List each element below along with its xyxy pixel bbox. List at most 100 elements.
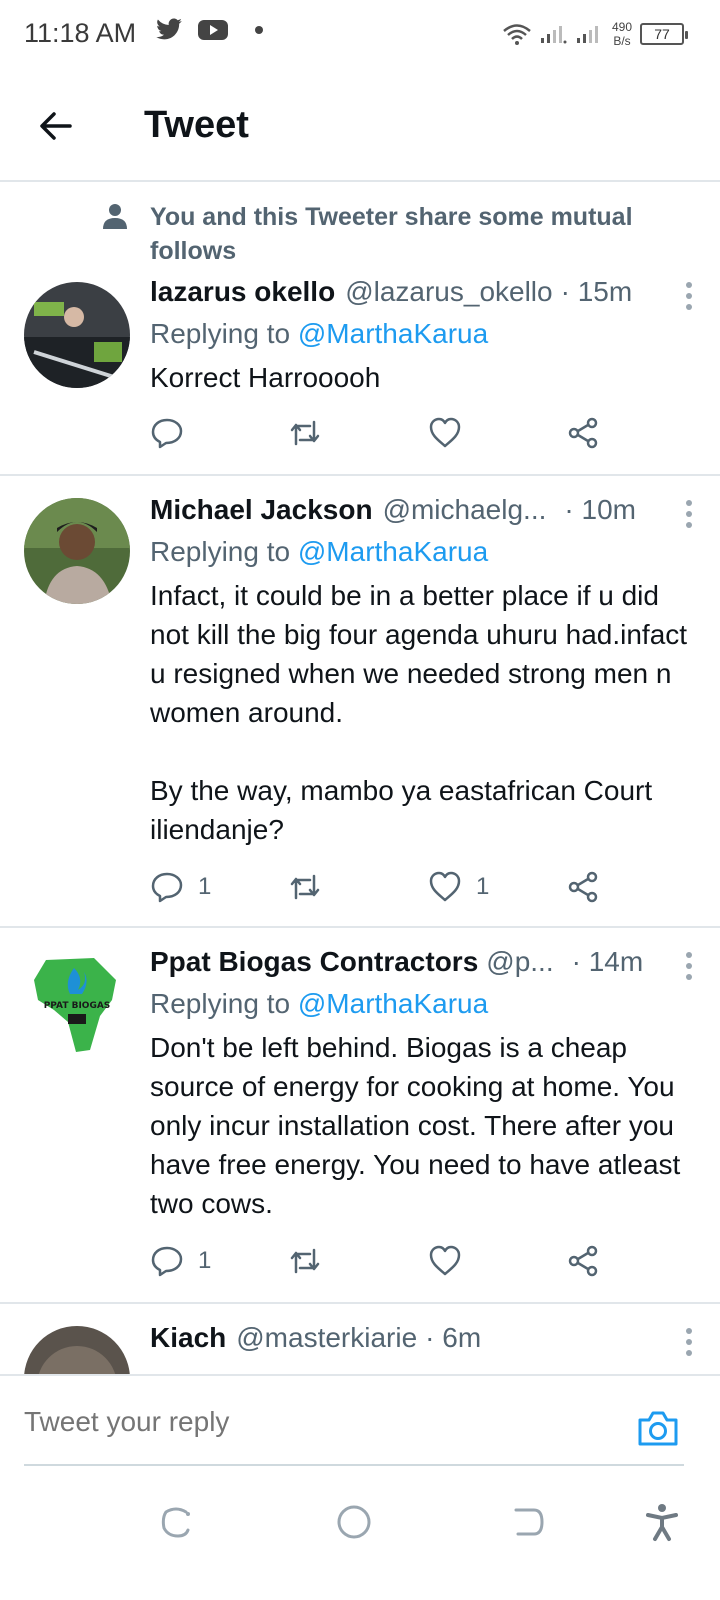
avatar[interactable]: PPAT BIOGAS: [24, 950, 130, 1056]
accessibility-icon[interactable]: [642, 1502, 682, 1542]
replying-to-line: Replying to @MarthaKarua: [150, 318, 700, 350]
share-icon: [568, 871, 598, 903]
logo-text: PPAT BIOGAS: [44, 1001, 111, 1011]
tweet-header: lazarus okello @lazarus_okello · 15m: [150, 276, 700, 308]
like-count: 1: [476, 873, 490, 900]
reply-input-underline: [24, 1464, 684, 1466]
reply-count: 1: [198, 873, 212, 900]
retweet-button[interactable]: [288, 1244, 322, 1278]
heart-icon: [429, 417, 461, 448]
status-bar: 11:18 AM 490 B/s 77: [0, 0, 720, 72]
retweet-button[interactable]: [288, 416, 322, 450]
author-handle[interactable]: @michaelg...: [383, 494, 547, 526]
reply-count: 1: [198, 1247, 212, 1274]
reply-tweet[interactable]: lazarus okello @lazarus_okello · 15m Rep…: [0, 270, 720, 476]
reply-tweet[interactable]: Kiach @masterkiarie · 6m: [0, 1304, 720, 1374]
twitter-icon: [156, 18, 182, 40]
author-handle[interactable]: @masterkiarie: [236, 1322, 417, 1354]
heart-icon: [429, 1245, 461, 1276]
reply-tweet[interactable]: Michael Jackson @michaelg... · 10m Reply…: [0, 476, 720, 928]
reply-icon: [151, 418, 183, 449]
tweet-actions: 1: [150, 1244, 620, 1284]
mutual-follows-text: You and this Tweeter share some mutual f…: [150, 203, 633, 265]
replying-to-line: Replying to @MarthaKarua: [150, 988, 700, 1020]
tweet-time: · 6m: [425, 1322, 482, 1353]
retweet-icon: [290, 420, 320, 446]
person-icon: [103, 204, 127, 229]
avatar[interactable]: [24, 282, 130, 388]
reply-tweet[interactable]: PPAT BIOGAS Ppat Biogas Contractors @p..…: [0, 928, 720, 1304]
reply-button[interactable]: 1: [150, 1244, 211, 1278]
tweet-time: · 14m: [571, 946, 644, 977]
reply-button[interactable]: [150, 416, 198, 450]
more-options-icon[interactable]: [686, 1328, 692, 1361]
author-handle[interactable]: @lazarus_okello: [345, 276, 552, 308]
mention-link[interactable]: @MarthaKarua: [298, 536, 488, 567]
retweet-button[interactable]: [288, 870, 322, 904]
tweet-header: Ppat Biogas Contractors @p... · 14m: [150, 946, 700, 978]
author-name[interactable]: Michael Jackson: [150, 494, 373, 526]
share-icon: [568, 1245, 598, 1277]
page-title: Tweet: [144, 104, 249, 146]
tweet-actions: [150, 416, 620, 456]
like-button[interactable]: [428, 1244, 476, 1278]
wifi-icon: [503, 24, 531, 45]
back-arrow-icon[interactable]: [36, 106, 76, 146]
mutual-follows-notice: You and this Tweeter share some mutual f…: [102, 200, 662, 268]
avatar[interactable]: [24, 1326, 130, 1374]
heart-icon: [429, 871, 461, 902]
reply-icon: [151, 1246, 183, 1277]
share-button[interactable]: [566, 870, 600, 904]
status-time: 11:18 AM: [24, 18, 137, 48]
mention-link[interactable]: @MarthaKarua: [298, 318, 488, 349]
tweet-text: Infact, it could be in a better place if…: [150, 580, 688, 845]
tweet-time: · 15m: [560, 276, 633, 307]
replying-to-label: Replying to: [150, 536, 291, 567]
replying-to-label: Replying to: [150, 318, 291, 349]
replying-to-label: Replying to: [150, 988, 291, 1019]
like-button[interactable]: [428, 416, 476, 450]
author-name[interactable]: Kiach: [150, 1322, 226, 1354]
author-handle[interactable]: @p...: [486, 946, 553, 978]
author-name[interactable]: Ppat Biogas Contractors: [150, 946, 478, 978]
more-notifications-dot: [255, 26, 263, 34]
system-icons: 490 B/s 77: [502, 20, 688, 48]
notification-icons: [155, 18, 263, 42]
retweet-icon: [290, 874, 320, 900]
share-button[interactable]: [566, 1244, 600, 1278]
signal-icon: [540, 26, 567, 44]
tweet-header: Kiach @masterkiarie · 6m: [150, 1322, 700, 1354]
reply-icon: [151, 872, 183, 903]
battery-icon: 77: [640, 23, 688, 45]
reply-composer: [0, 1374, 720, 1474]
reply-input[interactable]: [24, 1406, 584, 1438]
recent-apps-icon[interactable]: [156, 1502, 196, 1542]
reply-button[interactable]: 1: [150, 870, 211, 904]
system-navigation-bar: [0, 1474, 720, 1600]
tweet-header: Michael Jackson @michaelg... · 10m: [150, 494, 700, 526]
home-icon[interactable]: [334, 1502, 374, 1542]
tweet-text: Don't be left behind. Biogas is a cheap …: [150, 1032, 681, 1219]
more-options-icon[interactable]: [686, 500, 692, 533]
signal-icon: [576, 26, 598, 43]
network-speed-unit: B/s: [613, 34, 631, 48]
more-options-icon[interactable]: [686, 952, 692, 985]
mention-link[interactable]: @MarthaKarua: [298, 988, 488, 1019]
camera-icon[interactable]: [636, 1408, 680, 1448]
like-button[interactable]: 1: [428, 870, 489, 904]
retweet-icon: [290, 1248, 320, 1274]
top-app-bar: Tweet: [0, 72, 720, 182]
tweet-time: · 10m: [564, 494, 636, 525]
youtube-icon: [198, 20, 228, 40]
share-button[interactable]: [566, 416, 600, 450]
more-options-icon[interactable]: [686, 282, 692, 315]
network-speed-value: 490: [611, 20, 632, 34]
avatar[interactable]: [24, 498, 130, 604]
tweet-text: Korrect Harrooooh: [150, 362, 381, 393]
tweet-actions: 1 1: [150, 870, 620, 910]
network-speed: 490 B/s: [612, 20, 632, 48]
back-nav-icon[interactable]: [508, 1502, 548, 1542]
share-icon: [568, 417, 598, 449]
author-name[interactable]: lazarus okello: [150, 276, 335, 308]
replying-to-line: Replying to @MarthaKarua: [150, 536, 700, 568]
